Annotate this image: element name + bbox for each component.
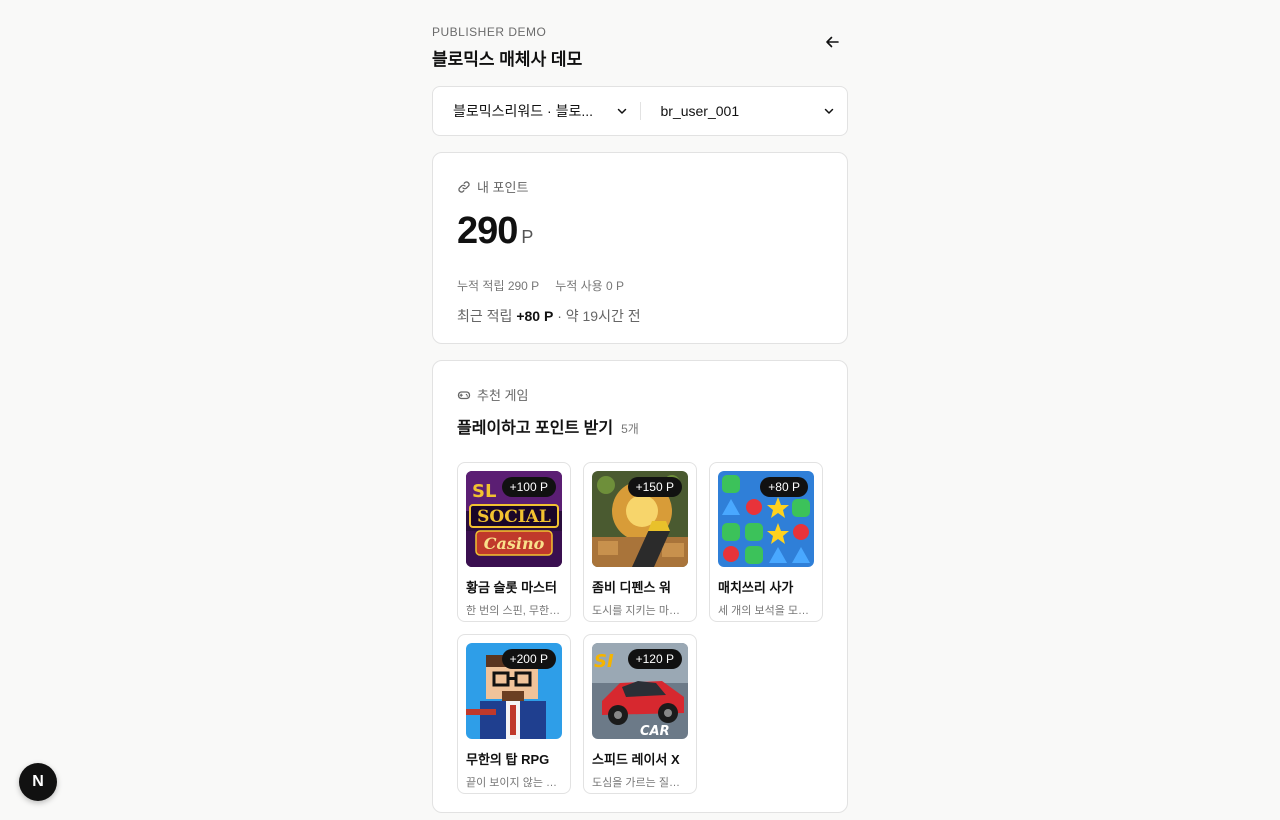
game-name: 매치쓰리 사가 [718,580,794,595]
eyebrow-label: PUBLISHER DEMO [432,25,547,39]
points-badge: +150 P [627,477,682,497]
link-icon [458,180,470,193]
page-header: PUBLISHER DEMO 블로믹스 매체사 데모 [432,0,848,86]
games-card: 추천 게임 플레이하고 포인트 받기 5개 SL SOCIAL Casino +… [432,360,848,813]
game-name: 무한의 탑 RPG [466,752,550,767]
publisher-demo-page: PUBLISHER DEMO 블로믹스 매체사 데모 블로믹스리워드 · 블로.… [432,0,848,813]
points-balance: 290 P [457,210,823,253]
game-card[interactable]: +200 P 무한의 탑 RPG 끝이 보이지 않는 탑을 올라라 [457,634,571,794]
games-count: 5개 [621,422,639,436]
points-badge: +200 P [501,649,556,669]
chevron-down-icon [617,108,626,114]
games-title-row: 플레이하고 포인트 받기 5개 [457,414,823,438]
user-select-value: br_user_001 [660,103,740,119]
games-label-row: 추천 게임 [457,385,823,404]
publisher-select-value: 블로믹스리워드 · 블로... [453,103,594,119]
points-value: 290 [457,210,518,252]
recent-time: · 약 19시간 전 [557,308,641,324]
context-selector: 블로믹스리워드 · 블로... br_user_001 [432,86,848,136]
publisher-select[interactable]: 블로믹스리워드 · 블로... [433,87,640,135]
points-label-row: 내 포인트 [457,177,823,196]
nextjs-devtools-button[interactable]: N [19,763,57,801]
fab-label: N [32,773,44,790]
game-description: 도심을 가르는 질주 본능 [592,777,688,789]
svg-text:SI: SI [594,651,614,672]
games-label: 추천 게임 [477,388,529,403]
game-card[interactable]: +80 P 매치쓰리 사가 세 개의 보석을 모아라 [709,462,823,622]
game-card[interactable]: SL SOCIAL Casino +100 P 황금 슬롯 마스터 한 번의 스… [457,462,571,622]
game-description: 도시를 지키는 마지막 방어선 [592,605,688,617]
game-thumbnail: SL SOCIAL Casino +100 P [466,471,562,567]
chevron-down-icon [824,108,834,114]
points-stats: 누적 적립 290 P 누적 사용 0 P [457,277,823,294]
user-select[interactable]: br_user_001 [641,87,848,135]
game-thumbnail: +150 P [592,471,688,567]
game-thumbnail: +80 P [718,471,814,567]
svg-text:Casino: Casino [484,534,545,553]
game-name: 스피드 레이서 X [592,752,680,767]
accumulated-points: 누적 적립 290 P [457,279,540,293]
games-title: 플레이하고 포인트 받기 [457,420,614,437]
game-description: 한 번의 스핀, 무한한 행운 [466,605,562,617]
points-badge: +120 P [627,649,682,669]
svg-text:CAR: CAR [640,724,670,739]
back-button[interactable] [822,32,842,52]
game-card[interactable]: +150 P 좀비 디펜스 워 도시를 지키는 마지막 방어선 [583,462,697,622]
recent-amount: +80 P [516,308,554,324]
points-label: 내 포인트 [477,180,529,195]
points-badge: +80 P [760,477,808,497]
points-unit: P [521,227,534,247]
svg-text:SL: SL [472,481,496,502]
game-thumbnail: +200 P [466,643,562,739]
points-card: 내 포인트 290 P 누적 적립 290 P 누적 사용 0 P 최근 적립 … [432,152,848,344]
arrow-left-icon [826,36,839,48]
page-title: 블로믹스 매체사 데모 [432,50,583,69]
recent-prefix: 최근 적립 [457,308,513,324]
gamepad-icon [457,390,471,399]
points-badge: +100 P [501,477,556,497]
game-thumbnail: SI CAR +120 P [592,643,688,739]
svg-text:SOCIAL: SOCIAL [477,507,551,527]
games-grid: SL SOCIAL Casino +100 P 황금 슬롯 마스터 한 번의 스… [457,462,823,794]
game-card[interactable]: SI CAR +120 P 스피드 레이서 X 도심을 가르는 질주 본능 [583,634,697,794]
game-name: 좀비 디펜스 워 [592,580,671,595]
recent-earning: 최근 적립 +80 P · 약 19시간 전 [457,306,823,326]
game-description: 끝이 보이지 않는 탑을 올라라 [466,777,562,789]
game-description: 세 개의 보석을 모아라 [718,605,814,617]
used-points: 누적 사용 0 P [555,279,625,293]
game-name: 황금 슬롯 마스터 [466,580,557,595]
